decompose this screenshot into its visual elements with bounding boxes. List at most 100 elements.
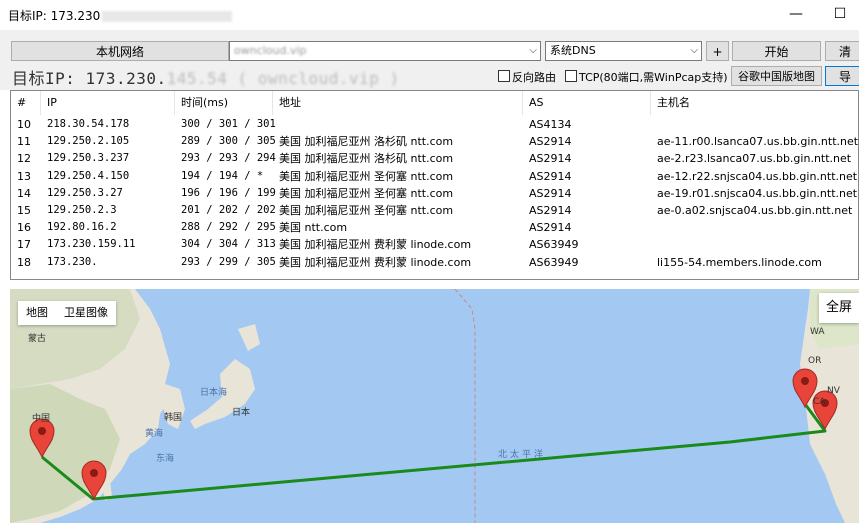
tcp-checkbox[interactable]: TCP(80端口,需WinPcap支持) <box>565 69 728 85</box>
table-cell-addr: 美国 加利福尼亚州 圣何塞 ntt.com <box>279 169 454 183</box>
clear-button[interactable]: 清 <box>825 41 859 61</box>
dns-select[interactable]: 系统DNS ⌵ <box>545 41 702 61</box>
table-cell-n: 14 <box>17 186 31 200</box>
minimize-button[interactable]: — <box>783 3 809 25</box>
map-label-yellow-sea: 黄海 <box>145 429 164 439</box>
tcp-label: TCP(80端口,需WinPcap支持) <box>579 71 728 84</box>
add-button[interactable]: + <box>706 41 729 61</box>
map-label-nv: NV <box>827 386 840 396</box>
local-network-button[interactable]: 本机网络 <box>11 41 229 61</box>
table-cell-as: AS2914 <box>529 135 572 149</box>
map-label-china: 中国 <box>32 414 51 424</box>
table-row[interactable]: 12 129.250.3.237 293 / 293 / 294 美国 加利福尼亚州 … <box>11 150 858 167</box>
date-line <box>454 289 476 523</box>
table-cell-ip: 129.250.3.27 <box>47 186 123 199</box>
chevron-down-icon[interactable]: ⌵ <box>529 42 537 60</box>
table-cell-as: AS63949 <box>529 238 579 252</box>
table-cell-as: AS4134 <box>529 118 572 131</box>
table-cell-n: 13 <box>17 169 31 183</box>
table-cell-host: li155-54.members.linode.com <box>657 255 822 269</box>
target-ip-hidden: 145.54 <box>166 69 228 88</box>
route-map[interactable]: 地图 卫星图像 全屏 蒙古 日本海 日本 韩国 黄海 东海 中国 北太平洋 WA … <box>10 289 859 523</box>
column-header-ip[interactable]: IP <box>41 91 175 115</box>
map-tab-button[interactable]: 地图 <box>18 301 56 325</box>
maximize-button[interactable]: ☐ <box>827 3 853 25</box>
trace-results-list[interactable]: # IP 时间(ms) 地址 AS 主机名 10 218.30.54.178 300… <box>10 90 859 280</box>
dns-select-text: 系统DNS <box>550 44 596 57</box>
table-cell-time: 304 / 304 / 313 <box>181 238 276 251</box>
start-button[interactable]: 开始 <box>732 41 821 61</box>
map-label-wa: WA <box>810 327 825 337</box>
redacted-host <box>102 11 233 22</box>
table-cell-ip: 129.250.2.105 <box>47 135 130 148</box>
map-label-japan: 日本 <box>232 408 251 418</box>
table-cell-host: ae-11.r00.lsanca07.us.bb.gin.ntt.net <box>657 135 859 149</box>
table-cell-addr: 美国 加利福尼亚州 费利蒙 linode.com <box>279 255 472 269</box>
table-cell-n: 18 <box>17 255 31 269</box>
target-ip: 173.230. <box>85 69 167 88</box>
window-title: 目标IP: 173.230 <box>8 7 233 24</box>
table-row[interactable]: 11 129.250.2.105 289 / 300 / 305 美国 加利福尼亚州 … <box>11 133 859 150</box>
map-label-korea: 韩国 <box>164 413 183 423</box>
table-cell-n: 15 <box>17 204 31 217</box>
table-cell-ip: 129.250.2.3 <box>47 204 117 216</box>
table-row[interactable]: 17 173.230.159.11 304 / 304 / 313 美国 加利福尼亚州… <box>11 236 858 253</box>
satellite-tab-button[interactable]: 卫星图像 <box>56 301 116 325</box>
table-cell-as: AS63949 <box>529 255 579 269</box>
table-cell-ip: 173.230.159.11 <box>47 238 136 251</box>
table-cell-n: 17 <box>17 238 31 252</box>
target-input[interactable]: owncloud.vip ⌵ <box>229 41 541 61</box>
table-cell-n: 16 <box>17 221 31 235</box>
fullscreen-button[interactable]: 全屏 <box>819 293 859 323</box>
export-button[interactable]: 导 <box>825 66 859 86</box>
table-cell-time: 194 / 194 / * <box>181 169 264 182</box>
reverse-route-label: 反向路由 <box>512 71 556 84</box>
table-cell-time: 293 / 293 / 294 <box>181 152 276 165</box>
table-cell-ip: 173.230. <box>47 255 98 268</box>
table-cell-host: ae-2.r23.lsanca07.us.bb.gin.ntt.net <box>657 152 852 166</box>
target-input-text: owncloud.vip <box>234 44 307 57</box>
checkbox-icon[interactable] <box>565 70 577 82</box>
map-label-mongolia: 蒙古 <box>28 334 47 344</box>
hokkaido-land <box>238 324 260 351</box>
map-label-ca: CA <box>813 397 826 407</box>
map-label-north-pacific: 北太平洋 <box>498 450 547 460</box>
table-cell-n: 10 <box>17 118 31 131</box>
map-label-japan-sea: 日本海 <box>200 388 228 398</box>
target-ip-display: 目标IP: 173.230.145.54 ( owncloud.vip ) <box>12 65 400 89</box>
table-cell-host: ae-19.r01.snjsca04.us.bb.gin.ntt.net <box>657 186 858 200</box>
table-cell-time: 201 / 202 / 202 <box>181 204 276 216</box>
reverse-route-checkbox[interactable]: 反向路由 <box>498 69 556 85</box>
table-row[interactable]: 10 218.30.54.178 300 / 301 / 301 AS4134 <box>11 116 858 133</box>
checkbox-icon[interactable] <box>498 70 510 82</box>
column-header-address[interactable]: 地址 <box>273 91 523 115</box>
table-cell-time: 300 / 301 / 301 <box>181 118 276 130</box>
table-cell-ip: 218.30.54.178 <box>47 118 130 130</box>
table-row[interactable]: 16 192.80.16.2 288 / 292 / 295 美国 ntt.com AS… <box>11 219 858 236</box>
title-bar: 目标IP: 173.230 — ☐ <box>0 0 859 30</box>
column-header-hostname[interactable]: 主机名 <box>651 91 858 115</box>
table-cell-time: 288 / 292 / 295 <box>181 221 276 234</box>
map-label-or: OR <box>808 356 822 366</box>
table-cell-ip: 129.250.3.237 <box>47 152 130 165</box>
column-header-as[interactable]: AS <box>523 91 651 115</box>
chevron-down-icon[interactable]: ⌵ <box>690 42 698 60</box>
window-title-text: 目标IP: 173.230 <box>8 9 101 23</box>
table-row[interactable]: 14 129.250.3.27 196 / 196 / 199 美国 加利福尼亚州 圣… <box>11 185 858 202</box>
map-canvas <box>10 289 859 523</box>
table-row[interactable]: 18 173.230. 293 / 299 / 305 美国 加利福尼亚州 费利蒙 l… <box>11 254 858 271</box>
table-cell-addr: 美国 加利福尼亚州 费利蒙 linode.com <box>279 238 472 252</box>
table-row[interactable]: 15 129.250.2.3 201 / 202 / 202 美国 加利福尼亚州 圣何… <box>11 202 858 219</box>
table-cell-ip: 192.80.16.2 <box>47 221 117 234</box>
google-map-button[interactable]: 谷歌中国版地图 <box>731 66 822 86</box>
table-cell-host: ae-0.a02.snjsca04.us.bb.gin.ntt.net <box>657 204 853 217</box>
column-header-time[interactable]: 时间(ms) <box>175 91 273 115</box>
table-cell-ip: 129.250.4.150 <box>47 169 130 182</box>
table-cell-n: 11 <box>17 135 31 149</box>
column-header-index[interactable]: # <box>11 91 41 115</box>
table-cell-addr: 美国 加利福尼亚州 洛杉矶 ntt.com <box>279 135 454 149</box>
table-row[interactable]: 13 129.250.4.150 194 / 194 / * 美国 加利福尼亚州 圣何… <box>11 168 858 185</box>
table-cell-host: ae-12.r22.snjsca04.us.bb.gin.ntt.net <box>657 169 858 183</box>
table-cell-as: AS2914 <box>529 221 572 235</box>
table-cell-as: AS2914 <box>529 169 572 183</box>
